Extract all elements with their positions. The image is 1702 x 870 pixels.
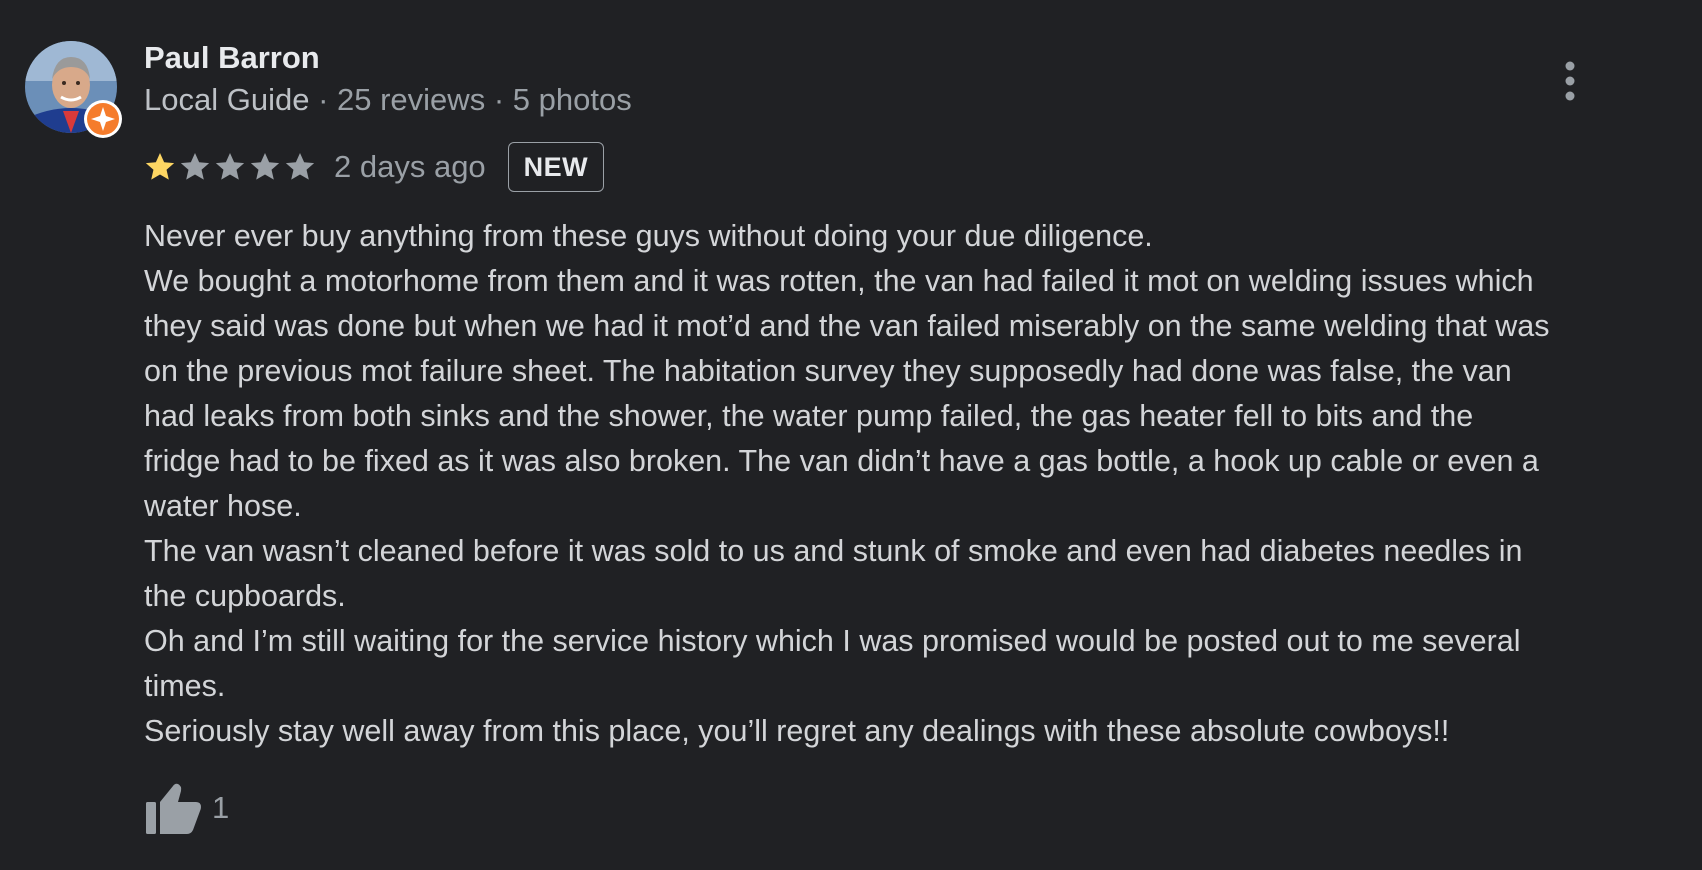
like-button[interactable] <box>144 780 204 836</box>
more-vert-icon <box>1565 61 1575 101</box>
star-rating <box>144 151 316 183</box>
review-text-line: fridge had to be fixed as it was also br… <box>144 444 1539 478</box>
meta-separator: · <box>485 82 513 117</box>
review-text: Never ever buy anything from these guys … <box>144 214 1654 754</box>
review-card: Paul Barron Local Guide · 25 reviews · 5… <box>0 0 1702 870</box>
star-empty-icon <box>215 153 245 180</box>
local-guide-badge-icon <box>84 100 122 138</box>
review-text-line: times. <box>144 669 226 703</box>
like-row: 1 <box>144 780 229 836</box>
review-text-line: on the previous mot failure sheet. The h… <box>144 354 1512 388</box>
star-empty-icon <box>180 153 210 180</box>
photos-count: 5 photos <box>512 82 632 117</box>
new-badge: NEW <box>507 142 605 192</box>
review-text-line: water hose. <box>144 489 302 523</box>
review-text-line: The van wasn’t cleaned before it was sol… <box>144 534 1523 568</box>
review-text-line: they said was done but when we had it mo… <box>144 309 1550 343</box>
thumb-up-icon <box>146 783 201 834</box>
more-options-button[interactable] <box>1550 58 1590 104</box>
star-filled-icon <box>145 153 175 180</box>
review-text-line: had leaks from both sinks and the shower… <box>144 399 1474 433</box>
review-text-line: Seriously stay well away from this place… <box>144 714 1450 748</box>
avatar[interactable] <box>25 41 126 142</box>
author-meta[interactable]: Local Guide · 25 reviews · 5 photos <box>144 82 632 118</box>
review-text-line: Never ever buy anything from these guys … <box>144 219 1153 253</box>
reviews-count: 25 reviews <box>337 82 486 117</box>
local-guide-label: Local Guide <box>144 82 310 117</box>
review-date: 2 days ago <box>334 149 486 184</box>
author-name[interactable]: Paul Barron <box>144 40 320 76</box>
review-text-line: We bought a motorhome from them and it w… <box>144 264 1534 298</box>
rating-row: 2 days ago NEW <box>144 140 605 194</box>
review-text-line: Oh and I’m still waiting for the service… <box>144 624 1521 658</box>
review-text-line: the cupboards. <box>144 579 346 613</box>
star-empty-icon <box>285 153 315 180</box>
star-empty-icon <box>250 153 280 180</box>
like-count: 1 <box>212 790 230 825</box>
meta-separator: · <box>309 82 338 117</box>
